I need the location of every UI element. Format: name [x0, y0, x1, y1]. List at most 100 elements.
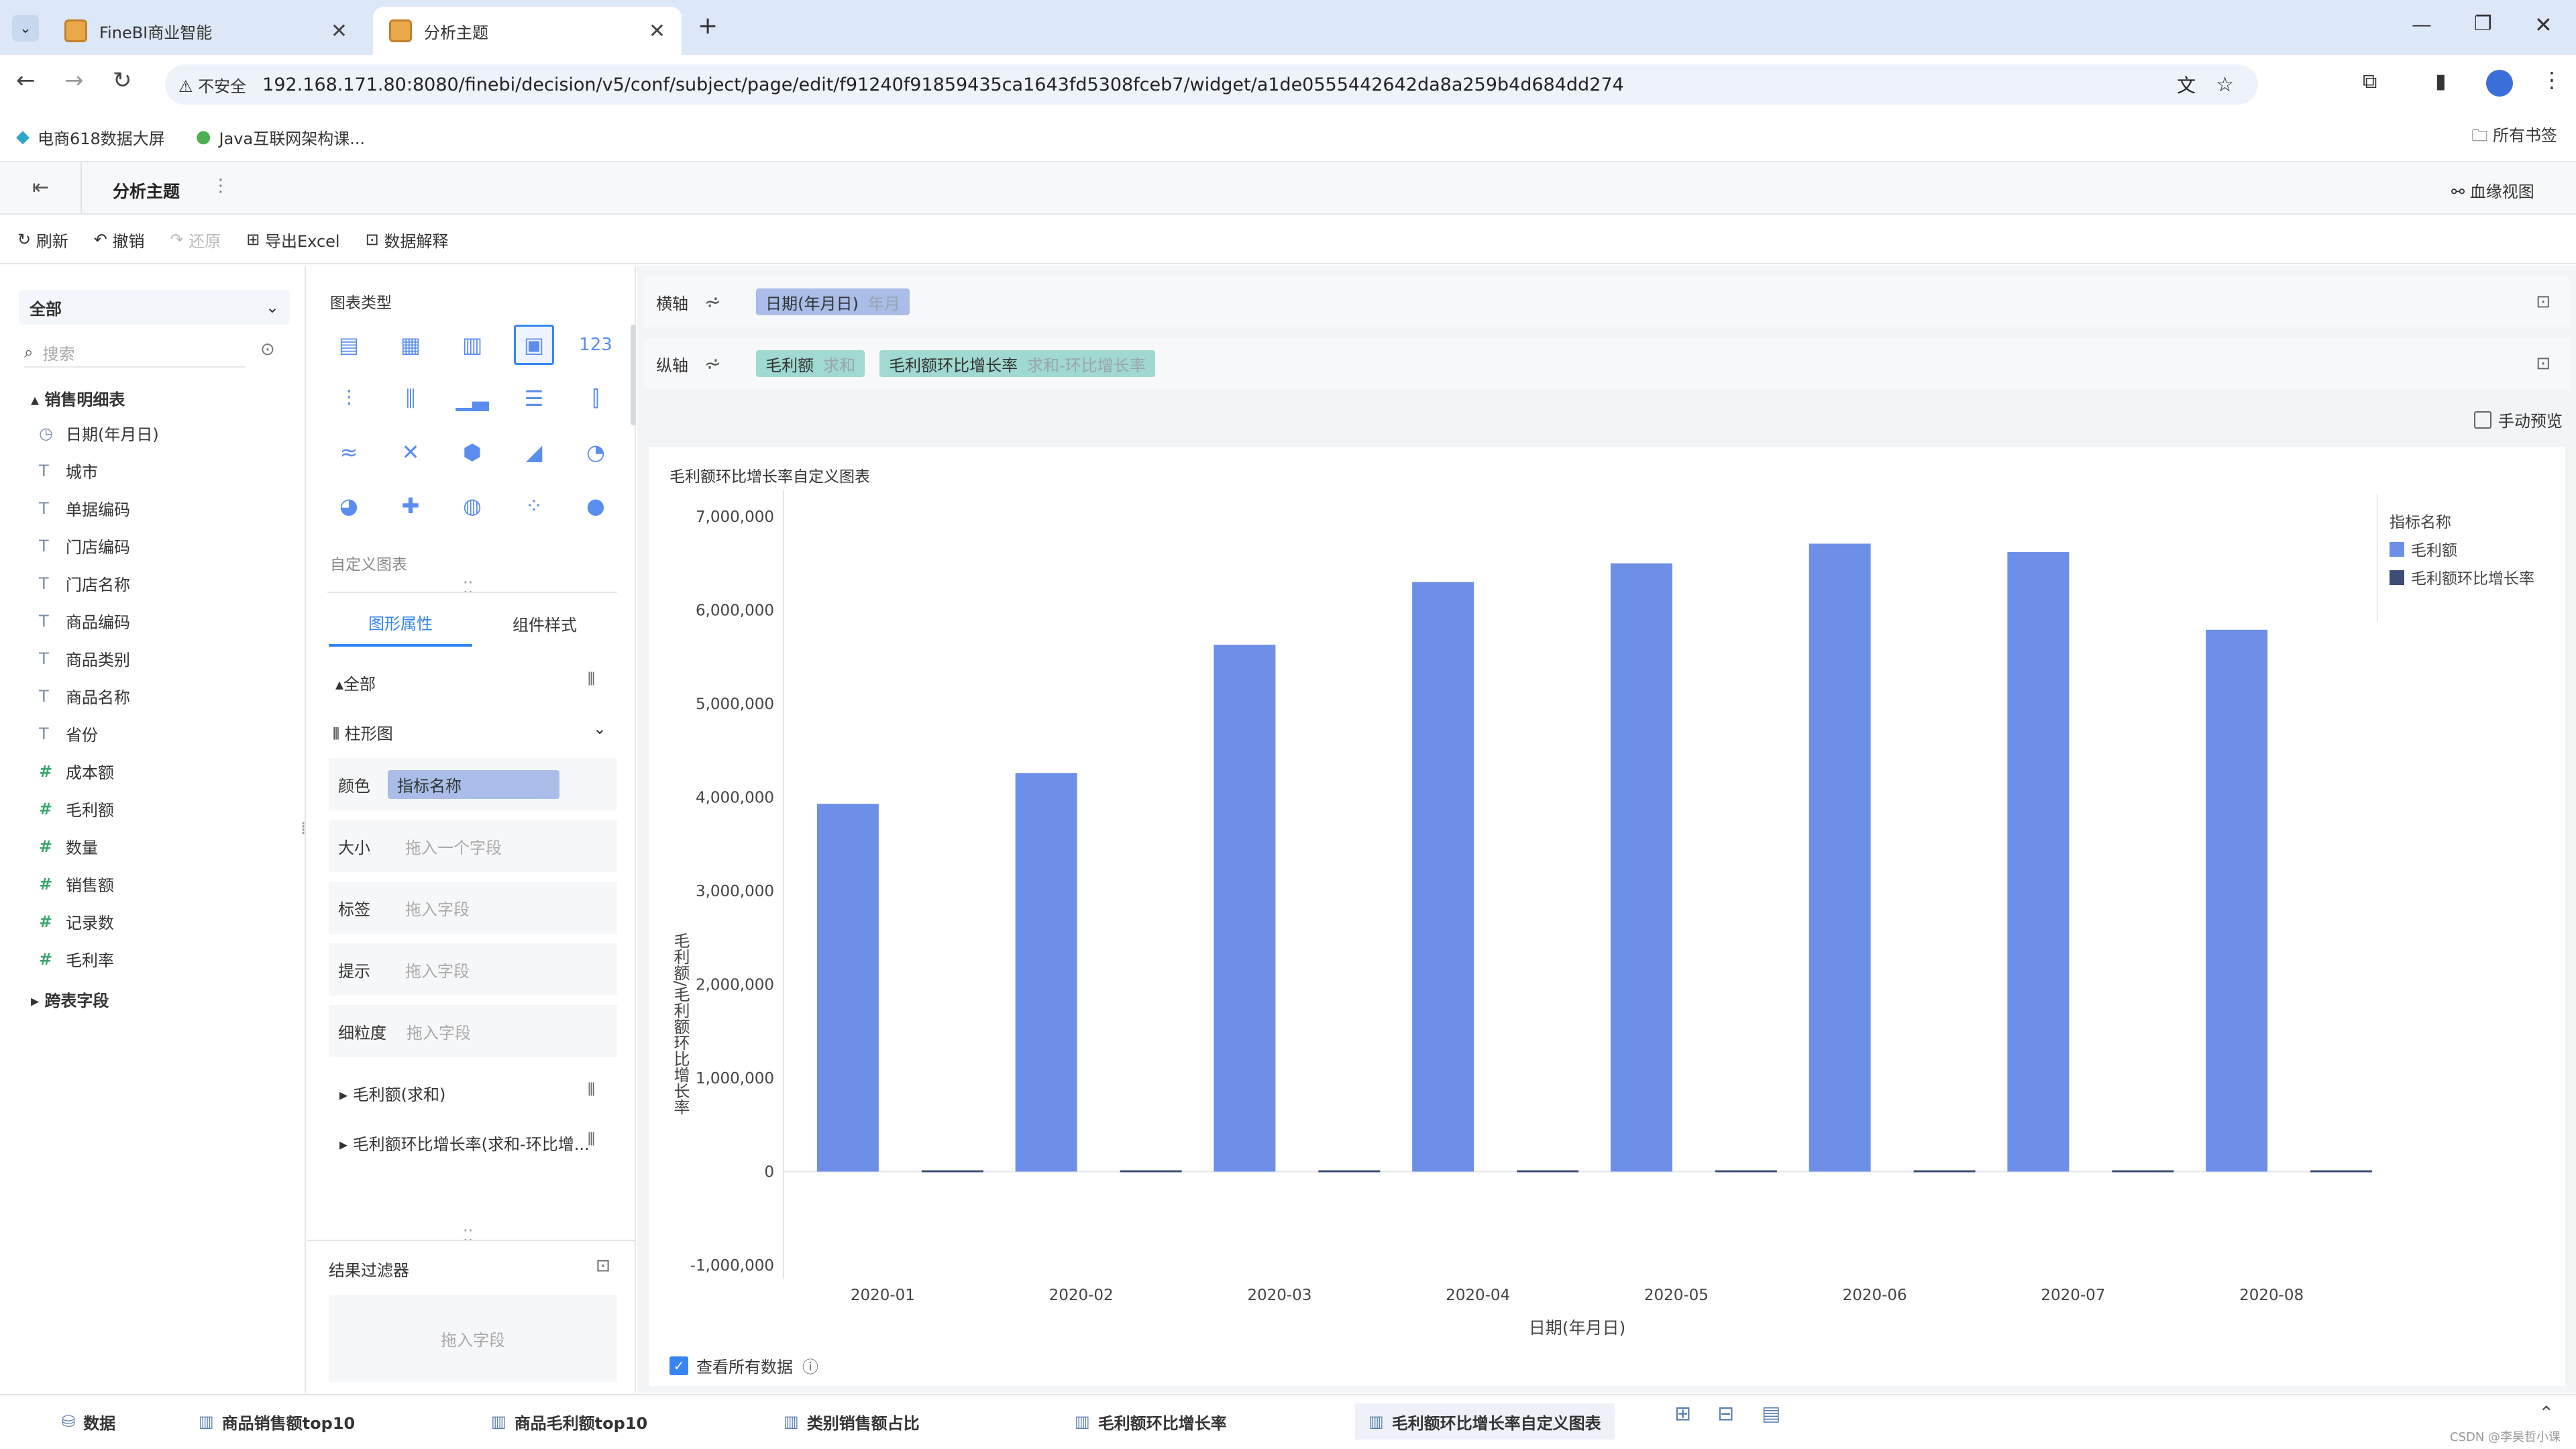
field-item[interactable]: T 商品类别 [39, 647, 130, 670]
field-item[interactable]: # 成本额 [39, 759, 114, 783]
x-field-pill[interactable]: 日期(年月日) 年月 [756, 288, 910, 315]
bookmark-item[interactable]: Java互联网架构课... [219, 125, 366, 149]
profile-avatar[interactable] [2486, 70, 2513, 97]
hbar-icon[interactable]: ☰ [514, 378, 554, 419]
table-node[interactable]: ▴ 销售明细表 [31, 386, 125, 410]
axis-switch-icon[interactable]: ⩫ [704, 352, 721, 376]
more-icon[interactable]: ⋮ [212, 176, 229, 196]
polygon-icon[interactable]: ⬢ [452, 432, 492, 472]
radar-line-icon[interactable]: ✕ [390, 432, 431, 472]
new-tab-icon[interactable]: + [698, 12, 718, 40]
add-dashboard-icon[interactable]: ⊟ [1717, 1402, 1734, 1426]
back-icon[interactable]: ← [16, 67, 36, 94]
scatter-icon[interactable]: ⁘ [514, 486, 554, 526]
globe-icon[interactable]: ◍ [452, 486, 492, 526]
url-input[interactable]: ⚠ 不安全 192.168.171.80:8080/finebi/decisio… [165, 64, 2258, 105]
drag-handle-icon[interactable]: ⁞ [301, 818, 306, 839]
stacked-bar-icon[interactable]: ⫶ [329, 378, 369, 419]
tab-data[interactable]: ⛁ 数据 [62, 1403, 115, 1440]
y-field-pill-profit[interactable]: 毛利额 求和 [756, 350, 865, 377]
close-icon[interactable]: ✕ [331, 19, 347, 43]
collapse-icon[interactable]: ⇤ [32, 176, 49, 199]
view-all-data-checkbox[interactable]: ✓ 查看所有数据 ⓘ [669, 1354, 818, 1377]
pie-icon[interactable]: ◕ [329, 486, 369, 526]
export-excel-button[interactable]: ⊞ 导出Excel [246, 228, 339, 252]
property-row[interactable]: 提示 拖入字段 [329, 943, 617, 996]
bar-chart-icon[interactable]: ⫴ [588, 1080, 595, 1101]
field-item[interactable]: T 门店编码 [39, 534, 130, 557]
bar-icon[interactable]: ▁▃ [452, 378, 492, 419]
measure-growth-rate[interactable]: ▸ 毛利额环比增长率(求和-环比增... [339, 1131, 588, 1155]
rose-icon[interactable]: ✚ [390, 486, 431, 526]
field-item[interactable]: T 单据编码 [39, 496, 130, 520]
field-item[interactable]: # 销售额 [39, 872, 114, 896]
field-item[interactable]: ◷ 日期(年月日) [39, 421, 159, 445]
axis-switch-icon[interactable]: ⩫ [704, 290, 721, 314]
redo-button[interactable]: ↷ 还原 [170, 228, 221, 252]
security-warning[interactable]: ⚠ 不安全 [178, 73, 246, 97]
bar-chart-icon[interactable]: ⫴ [588, 1130, 595, 1150]
lock-icon[interactable]: ⊡ [2536, 292, 2551, 312]
chevron-down-icon[interactable]: ⌄ [593, 719, 606, 738]
field-item[interactable]: T 城市 [39, 459, 98, 482]
color-field-pill[interactable]: 指标名称 [388, 769, 559, 799]
drag-handle-icon[interactable]: ⁚⁚ [463, 578, 473, 597]
field-item[interactable]: # 毛利额 [39, 797, 114, 820]
scrollbar[interactable] [631, 325, 636, 425]
filter-lock-icon[interactable]: ⊡ [596, 1256, 610, 1276]
menu-icon[interactable]: ⋮ [2541, 67, 2563, 93]
tab-component-style[interactable]: 组件样式 [472, 600, 617, 647]
window-close-icon[interactable]: ✕ [2534, 12, 2553, 38]
all-properties-node[interactable]: ▴全部 [335, 671, 376, 694]
star-icon[interactable]: ☆ [2216, 73, 2234, 97]
reload-icon[interactable]: ↻ [113, 67, 132, 94]
browser-tab-analysis[interactable]: 分析主题 ✕ [373, 7, 682, 55]
field-item[interactable]: T 商品名称 [39, 684, 130, 708]
field-item[interactable]: # 毛利率 [39, 947, 114, 971]
y-field-pill-growth[interactable]: 毛利额环比增长率 求和-环比增长率 [879, 350, 1155, 377]
filter-drop-zone[interactable]: 拖入字段 [329, 1295, 617, 1382]
field-search-input[interactable]: ⌕ 搜索 [24, 338, 246, 368]
tab-search-icon[interactable]: ⌄ [12, 15, 39, 42]
field-item[interactable]: # 记录数 [39, 910, 114, 933]
property-row[interactable]: 细粒度 拖入字段 [329, 1005, 617, 1057]
detail-table-icon[interactable]: ▥ [452, 325, 492, 365]
field-item[interactable]: T 省份 [39, 722, 98, 745]
field-item[interactable]: T 商品编码 [39, 609, 130, 633]
manual-preview-checkbox[interactable]: 手动预览 [2474, 408, 2563, 431]
tab-profit-growth[interactable]: ▥ 毛利额环比增长率 [1075, 1403, 1227, 1440]
close-icon[interactable]: ✕ [649, 19, 665, 43]
property-row[interactable]: 标签 拖入字段 [329, 881, 617, 934]
browser-tab-finebi[interactable]: FineBI商业智能 ✕ [48, 7, 364, 55]
field-item[interactable]: # 数量 [39, 835, 98, 858]
measure-gross-profit[interactable]: ▸ 毛利额(求和) [339, 1081, 445, 1105]
multi-bar-icon[interactable]: ⫼ [390, 378, 431, 419]
chart-kind-select[interactable]: ⫴ 柱形图 [333, 720, 393, 744]
data-explain-button[interactable]: ⊡ 数据解释 [366, 228, 449, 252]
collapse-up-icon[interactable]: ⌃ [2538, 1402, 2554, 1424]
add-report-icon[interactable]: ▤ [1762, 1402, 1780, 1426]
table-icon[interactable]: ▤ [329, 325, 369, 365]
extensions-icon[interactable]: ⧉ [2363, 70, 2377, 93]
kpi-icon[interactable]: 123 [576, 325, 616, 365]
sidepanel-icon[interactable]: ▮ [2435, 70, 2447, 93]
translate-icon[interactable]: 文 [2177, 71, 2196, 98]
info-icon[interactable]: ⓘ [802, 1354, 818, 1377]
undo-button[interactable]: ↶ 撤销 [94, 228, 145, 252]
line-icon[interactable]: ≈ [329, 432, 369, 472]
tab-profit-growth-custom[interactable]: ▥ 毛利额环比增长率自定义图表 [1355, 1403, 1615, 1440]
tab-profit-top10[interactable]: ▥ 商品毛利额top10 [491, 1403, 647, 1440]
more-options-icon[interactable]: ⊙ [260, 339, 275, 360]
range-bar-icon[interactable]: ⫿ [576, 378, 616, 419]
tab-sales-top10[interactable]: ▥ 商品销售额top10 [199, 1403, 355, 1440]
property-row[interactable]: 颜色 指标名称 [329, 758, 617, 810]
bubble-icon[interactable]: ● [576, 486, 616, 526]
add-component-icon[interactable]: ⊞ [1674, 1402, 1691, 1426]
property-row[interactable]: 大小 拖入一个字段 [329, 820, 617, 872]
cross-table-fields[interactable]: ▸ 跨表字段 [31, 987, 109, 1011]
field-item[interactable]: T 门店名称 [39, 572, 130, 595]
lock-icon[interactable]: ⊡ [2536, 354, 2551, 374]
restore-icon[interactable]: ❐ [2474, 12, 2492, 36]
tab-graphic-properties[interactable]: 图形属性 [329, 600, 472, 647]
bookmark-item[interactable]: 电商618数据大屏 [38, 125, 165, 149]
